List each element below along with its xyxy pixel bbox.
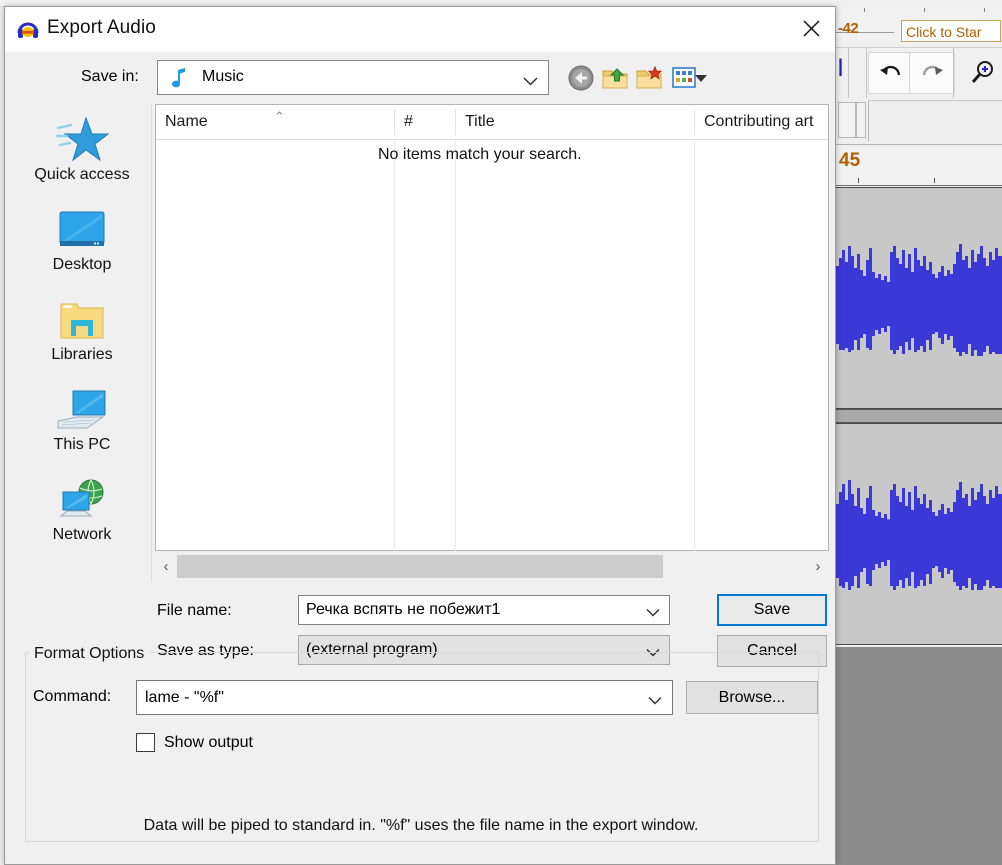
save-in-row: Save in: Music — [5, 52, 835, 104]
format-options-legend: Format Options — [29, 645, 150, 663]
export-audio-dialog: Export Audio Save in: Music Quick access… — [4, 6, 836, 865]
audacity-empty-area — [836, 647, 1002, 865]
music-note-icon — [170, 68, 190, 89]
save-in-value: Music — [202, 68, 244, 85]
timeline-label: 45 — [839, 150, 861, 171]
sort-ascending-icon: ⌃ — [274, 109, 285, 124]
scrollbar-thumb[interactable] — [177, 555, 663, 578]
track-separator — [836, 409, 1002, 423]
zoom-in-button[interactable] — [960, 52, 1002, 94]
timeline-ruler[interactable]: 45 — [836, 145, 1002, 186]
sidebar-label: Network — [52, 526, 112, 543]
sidebar-label: Libraries — [51, 346, 113, 363]
waveform-tracks — [836, 187, 1002, 647]
folder-up-icon — [602, 68, 628, 89]
chevron-down-icon[interactable] — [648, 692, 662, 710]
chevron-down-icon[interactable] — [646, 604, 660, 622]
dialog-title: Export Audio — [47, 17, 156, 38]
sidebar-item-network[interactable]: Network — [13, 466, 151, 552]
track-control-panel[interactable] — [836, 98, 1002, 145]
file-name-label: File name: — [157, 602, 232, 619]
save-button[interactable]: Save — [717, 594, 827, 626]
format-hint-text: Data will be piped to standard in. "%f" … — [143, 817, 699, 834]
file-list[interactable]: Name ⌃ # Title Contributing art No items… — [155, 104, 829, 551]
meter-value: -42 — [838, 20, 859, 37]
command-label: Command: — [33, 688, 112, 705]
save-in-combobox[interactable]: Music — [157, 60, 549, 95]
redo-icon — [922, 65, 943, 76]
redo-button[interactable] — [909, 52, 955, 94]
chevron-down-icon — [695, 74, 707, 82]
meter-tooltip: Click to Star — [901, 20, 1001, 42]
scrollbar-track[interactable] — [177, 555, 807, 578]
chevron-down-icon — [523, 73, 538, 91]
scroll-left-button[interactable]: ‹ — [155, 552, 177, 581]
column-header-number[interactable]: # — [395, 105, 455, 139]
views-dropdown-button[interactable] — [693, 62, 709, 94]
sidebar-label: Quick access — [34, 166, 130, 183]
track-control-area — [868, 100, 1002, 141]
show-output-checkbox[interactable]: Show output — [136, 733, 253, 752]
waveform-track-right[interactable] — [836, 423, 1002, 645]
undo-button[interactable] — [868, 52, 914, 94]
back-button[interactable] — [565, 62, 597, 94]
save-in-label: Save in: — [81, 68, 139, 85]
up-one-level-button[interactable] — [599, 62, 631, 94]
file-name-value: Речка вспять не побежит1 — [306, 601, 501, 618]
zoom-in-icon — [971, 61, 993, 83]
scroll-right-button[interactable]: › — [807, 552, 829, 581]
sidebar-item-this-pc[interactable]: This PC — [13, 376, 151, 462]
computer-icon — [13, 376, 151, 434]
dialog-title-bar: Export Audio — [5, 7, 835, 52]
audacity-right-panel: -42 Click to Star | 45 — [836, 0, 1002, 865]
show-output-label: Show output — [164, 733, 253, 751]
close-button[interactable] — [787, 7, 835, 50]
file-list-header: Name ⌃ # Title Contributing art — [156, 105, 828, 140]
globe-monitor-icon — [13, 466, 151, 524]
back-arrow-icon — [568, 65, 594, 91]
browse-button[interactable]: Browse... — [686, 681, 818, 714]
dialog-nav-toolbar — [565, 58, 707, 98]
recording-meter[interactable]: -42 Click to Star — [836, 6, 1002, 44]
waveform-right-svg — [836, 480, 1002, 590]
audacity-headphones-icon — [17, 19, 39, 39]
close-icon — [802, 20, 820, 37]
sidebar-item-libraries[interactable]: Libraries — [13, 286, 151, 372]
sidebar-label: This PC — [53, 436, 111, 453]
places-sidebar: Quick access Desktop Libraries This PC N… — [13, 104, 152, 582]
track-control-slot-a — [838, 102, 856, 138]
toolbar-cursor-glyph: | — [838, 56, 844, 76]
edit-toolbar: | — [836, 47, 1002, 99]
column-header-contributing-artist[interactable]: Contributing art — [695, 105, 829, 139]
meter-ticks — [836, 6, 1002, 16]
monitor-icon — [13, 196, 151, 254]
sidebar-item-quick-access[interactable]: Quick access — [13, 106, 151, 192]
new-folder-icon — [636, 65, 663, 89]
file-list-horizontal-scrollbar[interactable]: ‹ › — [155, 552, 829, 581]
sidebar-item-desktop[interactable]: Desktop — [13, 196, 151, 282]
new-folder-button[interactable] — [633, 62, 665, 94]
star-icon — [13, 106, 151, 164]
sidebar-label: Desktop — [52, 256, 112, 273]
command-input[interactable]: lame - "%f" — [136, 680, 673, 715]
track-control-slot-b — [856, 102, 866, 138]
folder-icon — [13, 286, 151, 344]
waveform-left-svg — [836, 244, 1002, 356]
empty-list-message: No items match your search. — [378, 146, 582, 163]
undo-icon — [880, 65, 901, 76]
waveform-track-left[interactable] — [836, 187, 1002, 409]
dialog-body: Quick access Desktop Libraries This PC N… — [5, 104, 835, 594]
column-header-title[interactable]: Title — [456, 105, 694, 139]
checkbox-box[interactable] — [136, 733, 155, 752]
command-value: lame - "%f" — [145, 689, 224, 706]
file-list-body[interactable]: No items match your search. — [156, 140, 828, 551]
file-name-input[interactable]: Речка вспять не побежит1 — [298, 595, 670, 625]
